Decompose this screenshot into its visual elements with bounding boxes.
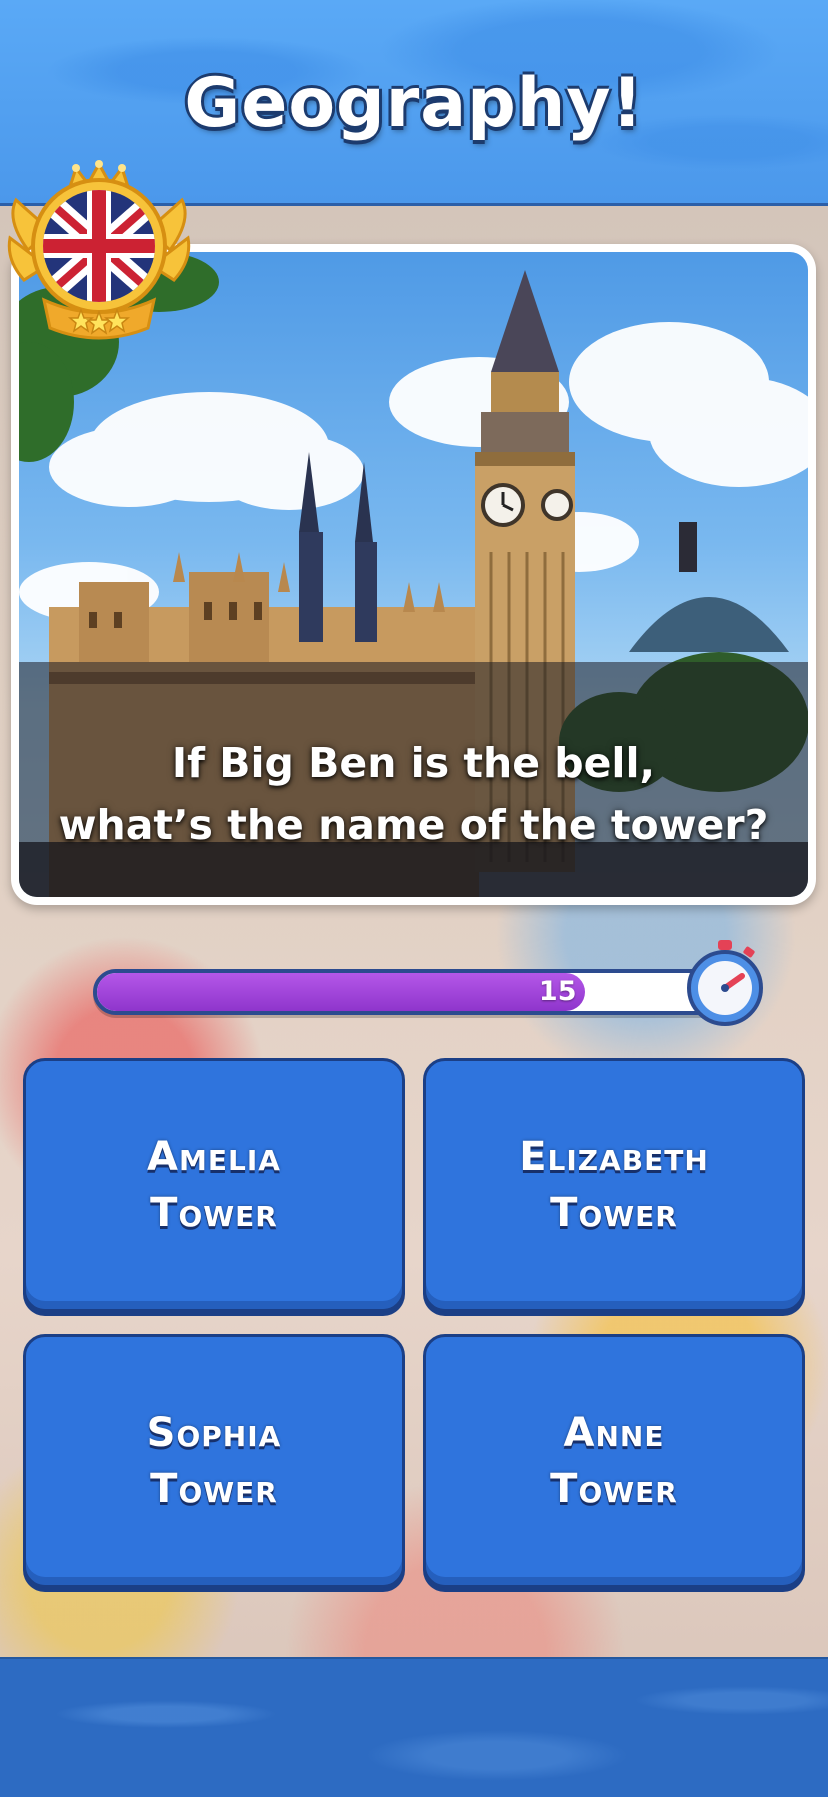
- answer-3-line-1: Sophia: [146, 1410, 282, 1456]
- answer-1-line-2: Tower: [150, 1190, 278, 1236]
- answer-2-line-1: Elizabeth: [519, 1134, 709, 1180]
- question-text: If Big Ben is the bell, what’s the name …: [19, 732, 808, 856]
- question-image: If Big Ben is the bell, what’s the name …: [19, 252, 808, 897]
- answer-1-line-1: Amelia: [147, 1134, 281, 1180]
- timer-bar: 15: [93, 969, 743, 1015]
- timer-fill: [97, 973, 585, 1011]
- answer-2-line-2: Tower: [550, 1190, 678, 1236]
- answer-button-1[interactable]: Amelia Tower: [23, 1058, 405, 1312]
- footer-bar: [0, 1657, 828, 1797]
- page-title: Geography!: [184, 64, 644, 143]
- question-card: If Big Ben is the bell, what’s the name …: [11, 244, 816, 905]
- stopwatch-icon: [687, 940, 763, 1026]
- answer-3-line-2: Tower: [150, 1466, 278, 1512]
- answer-button-2[interactable]: Elizabeth Tower: [423, 1058, 805, 1312]
- answer-4-line-1: Anne: [563, 1410, 665, 1456]
- answer-button-3[interactable]: Sophia Tower: [23, 1334, 405, 1588]
- answer-4-line-2: Tower: [550, 1466, 678, 1512]
- category-badge: [7, 160, 191, 340]
- answer-button-4[interactable]: Anne Tower: [423, 1334, 805, 1588]
- question-line-2: what’s the name of the tower?: [58, 801, 769, 849]
- timer-value: 15: [538, 976, 577, 1007]
- question-line-1: If Big Ben is the bell,: [171, 739, 656, 787]
